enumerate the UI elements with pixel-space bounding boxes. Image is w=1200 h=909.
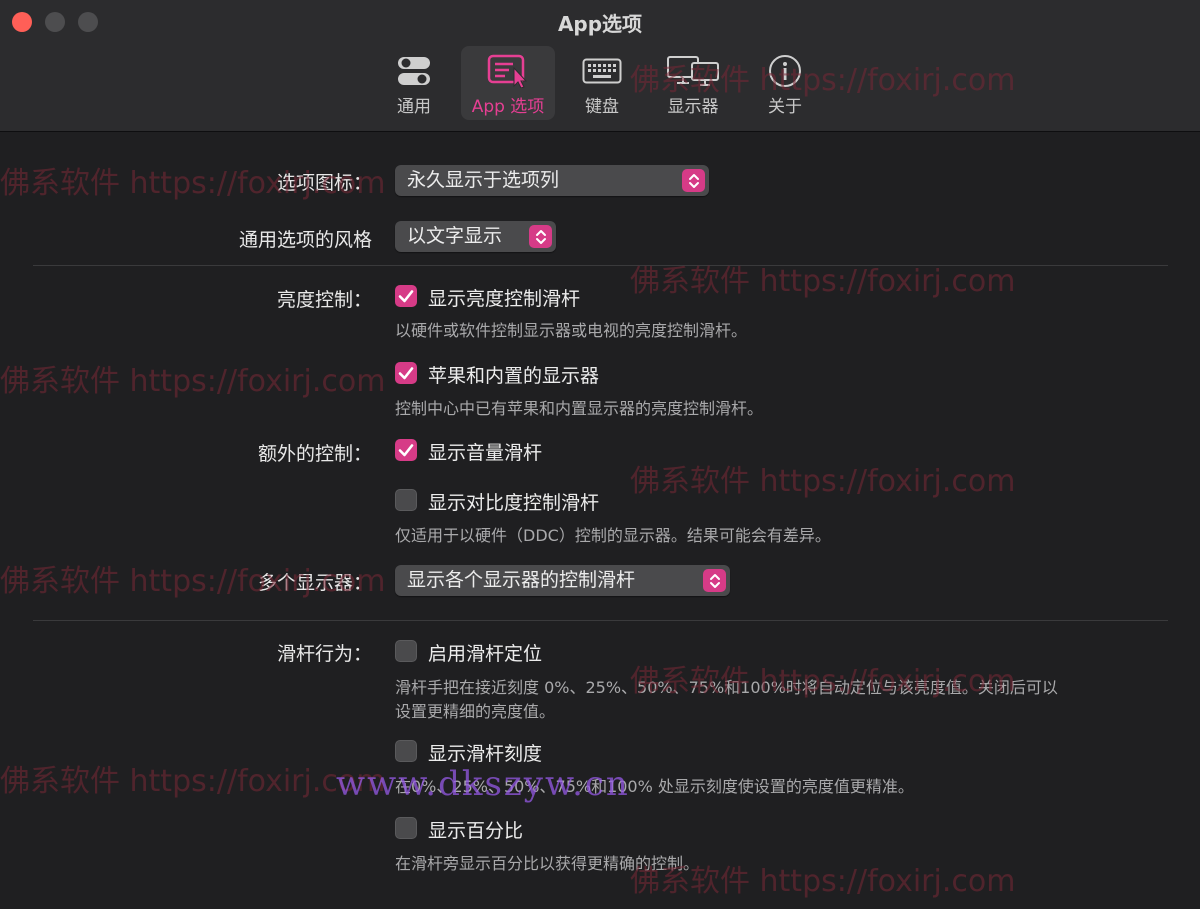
slider-ticks-checkbox[interactable]	[395, 740, 417, 762]
brightness-slider-label: 显示亮度控制滑杆	[428, 288, 581, 310]
show-percent-checkbox[interactable]	[395, 817, 417, 839]
tab-keyboard[interactable]: 键盘	[571, 46, 633, 120]
chevron-updown-icon	[682, 169, 705, 192]
apple-displays-checkbox[interactable]	[395, 362, 417, 384]
slider-snap-checkbox[interactable]	[395, 640, 417, 662]
apple-displays-label: 苹果和内置的显示器	[428, 365, 600, 387]
volume-slider-checkbox[interactable]	[395, 439, 417, 461]
volume-slider-label: 显示音量滑杆	[428, 442, 543, 464]
show-percent-label: 显示百分比	[428, 820, 524, 842]
tab-label: 键盘	[585, 97, 619, 117]
displays-icon	[666, 54, 720, 88]
extra-controls-label: 额外的控制：	[257, 443, 372, 465]
tab-label: 显示器	[667, 97, 719, 117]
tab-displays[interactable]: 显示器	[659, 46, 727, 120]
tab-label: 通用	[397, 97, 431, 117]
keyboard-icon	[582, 54, 622, 88]
contrast-slider-checkbox[interactable]	[395, 489, 417, 511]
info-icon	[768, 54, 802, 88]
checkmark-icon	[398, 290, 414, 303]
chevron-updown-icon	[703, 569, 726, 592]
tab-app-options[interactable]: App 选项	[461, 46, 555, 120]
tab-label: 关于	[768, 97, 802, 117]
slider-ticks-label: 显示滑杆刻度	[428, 743, 543, 765]
multi-display-popup[interactable]: 显示各个显示器的控制滑杆	[395, 565, 730, 596]
option-icon-popup[interactable]: 永久显示于选项列	[395, 165, 709, 196]
slider-snap-desc-line2: 设置更精细的亮度值。	[395, 702, 556, 721]
option-icon-label: 选项图标：	[276, 172, 372, 194]
chevron-updown-icon	[529, 225, 552, 248]
watermark: 佛系软件 https://foxirj.com	[0, 364, 386, 399]
divider	[33, 265, 1168, 266]
watermark: 佛系软件 https://foxirj.com	[630, 464, 1016, 499]
tab-label: App 选项	[471, 97, 545, 117]
tab-general[interactable]: 通用	[381, 46, 447, 120]
divider	[33, 620, 1168, 621]
app-menu-icon	[487, 54, 529, 88]
apple-displays-desc: 控制中心中已有苹果和内置显示器的亮度控制滑杆。	[395, 399, 764, 418]
slider-behavior-label: 滑杆行为：	[276, 643, 372, 665]
slider-ticks-desc: 在0%、25%、50%、75%和100% 处显示刻度使设置的亮度值更精准。	[395, 777, 914, 796]
watermark: 佛系软件 https://foxirj.com	[630, 264, 1016, 299]
tab-about[interactable]: 关于	[753, 46, 817, 120]
option-style-value: 以文字显示	[407, 225, 503, 247]
checkmark-icon	[398, 444, 414, 457]
slider-snap-desc-line1: 滑杆手把在接近刻度 0%、25%、50%、75%和100%时将自动定位与该亮度值…	[395, 678, 1058, 697]
watermark: 佛系软件 https://foxirj.com	[0, 764, 386, 799]
option-icon-value: 永久显示于选项列	[407, 169, 560, 191]
brightness-slider-checkbox[interactable]	[395, 285, 417, 307]
multi-display-label: 多个显示器：	[257, 572, 372, 594]
slider-snap-label: 启用滑杆定位	[428, 643, 543, 665]
brightness-label: 亮度控制：	[276, 289, 372, 311]
window-title: App选项	[557, 12, 643, 36]
show-percent-desc: 在滑杆旁显示百分比以获得更精确的控制。	[395, 854, 700, 873]
multi-display-value: 显示各个显示器的控制滑杆	[407, 569, 636, 591]
option-style-label: 通用选项的风格	[238, 229, 372, 251]
checkmark-icon	[398, 367, 414, 380]
contrast-slider-desc: 仅适用于以硬件（DDC）控制的显示器。结果可能会有差异。	[395, 526, 831, 545]
toggle-icon	[396, 54, 432, 88]
toolbar: App选项 通用 App 选项 键盘 显示器 关于	[0, 0, 1200, 132]
contrast-slider-label: 显示对比度控制滑杆	[428, 492, 600, 514]
option-style-popup[interactable]: 以文字显示	[395, 221, 556, 252]
brightness-slider-desc: 以硬件或软件控制显示器或电视的亮度控制滑杆。	[395, 321, 748, 340]
